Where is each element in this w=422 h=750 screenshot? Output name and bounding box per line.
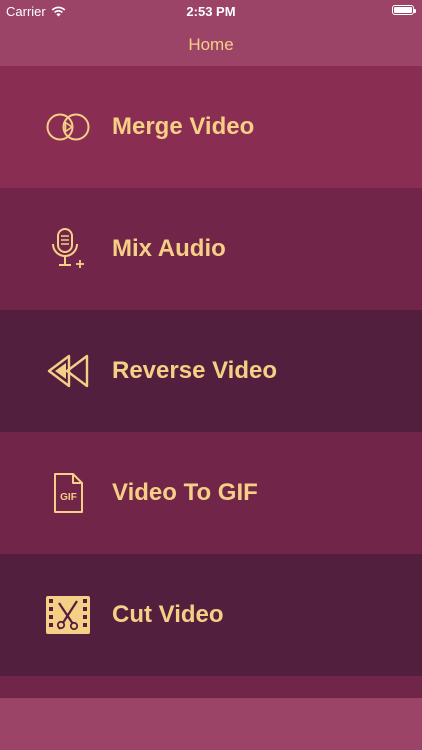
battery-level bbox=[394, 7, 412, 13]
menu-item-label: Video To GIF bbox=[112, 479, 258, 506]
status-time: 2:53 PM bbox=[186, 4, 236, 19]
merge-video-icon bbox=[44, 103, 92, 151]
menu-item-video-to-gif[interactable]: GIF Video To GIF bbox=[0, 432, 422, 554]
nav-bar: Home bbox=[0, 22, 422, 66]
menu-item-reverse-video[interactable]: Reverse Video bbox=[0, 310, 422, 432]
cut-video-icon bbox=[44, 591, 92, 639]
menu-item-label: Cut Video bbox=[112, 601, 224, 628]
menu-item-cut-video[interactable]: Cut Video bbox=[0, 554, 422, 676]
menu-list: Merge Video Mix Audio Reverse Video GIF … bbox=[0, 66, 422, 676]
mix-audio-icon bbox=[44, 225, 92, 273]
menu-item-merge-video[interactable]: Merge Video bbox=[0, 66, 422, 188]
menu-item-partial[interactable] bbox=[0, 676, 422, 698]
battery-icon bbox=[392, 5, 416, 15]
menu-item-label: Merge Video bbox=[112, 113, 255, 140]
status-bar: Carrier 2:53 PM bbox=[0, 0, 422, 22]
gif-icon-text: GIF bbox=[60, 492, 77, 503]
menu-item-mix-audio[interactable]: Mix Audio bbox=[0, 188, 422, 310]
app-screen: Carrier 2:53 PM Home Merge Video Mix Aud… bbox=[0, 0, 422, 750]
page-title: Home bbox=[188, 35, 234, 54]
reverse-video-icon bbox=[44, 347, 92, 395]
video-to-gif-icon: GIF bbox=[44, 469, 92, 517]
menu-item-label: Reverse Video bbox=[112, 357, 277, 384]
menu-item-label: Mix Audio bbox=[112, 235, 226, 262]
